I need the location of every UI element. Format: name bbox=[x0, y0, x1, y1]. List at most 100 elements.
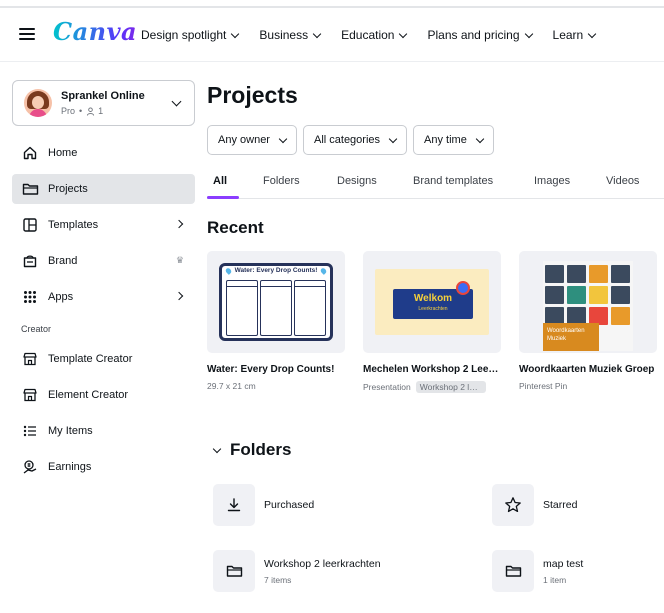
sidebar-item-my-items[interactable]: My Items bbox=[12, 416, 195, 446]
sidebar-item-label: Apps bbox=[48, 291, 74, 303]
tab-videos[interactable]: Videos bbox=[606, 175, 639, 187]
thumbnail-title: Woordkaarten Muziek bbox=[547, 328, 585, 342]
folder-starred[interactable]: Starred bbox=[492, 484, 577, 526]
nav-label: Business bbox=[259, 28, 309, 42]
filter-label: Any owner bbox=[218, 134, 270, 146]
badge-icon bbox=[456, 281, 470, 295]
chevron-down-icon bbox=[312, 29, 322, 38]
separator-dot: • bbox=[79, 106, 83, 116]
filter-label: All categories bbox=[313, 134, 381, 146]
store-icon bbox=[21, 386, 39, 404]
top-header: Canva Design spotlight Business Educatio… bbox=[0, 8, 664, 62]
design-title[interactable]: Woordkaarten Muziek Groep bbox=[519, 364, 657, 375]
design-card[interactable]: Water: Every Drop Counts! Water: Every D… bbox=[207, 251, 345, 391]
nav-label: Learn bbox=[552, 28, 584, 42]
sidebar-item-brand[interactable]: Brand ♛ bbox=[12, 246, 195, 276]
card-tile bbox=[611, 286, 630, 304]
design-title[interactable]: Water: Every Drop Counts! bbox=[207, 364, 345, 375]
crown-icon: ♛ bbox=[175, 255, 184, 265]
home-icon bbox=[21, 144, 39, 162]
filter-time[interactable]: Any time bbox=[413, 125, 494, 155]
folder-thumbnail bbox=[213, 550, 255, 592]
poster-column bbox=[226, 280, 258, 336]
active-tab-indicator bbox=[207, 196, 239, 199]
folders-toggle[interactable]: Folders bbox=[212, 440, 292, 460]
chevron-down-icon bbox=[475, 134, 485, 143]
filter-label: Any time bbox=[424, 134, 467, 146]
sidebar-item-element-creator[interactable]: Element Creator bbox=[12, 380, 195, 410]
sidebar-item-label: Projects bbox=[48, 183, 88, 195]
sidebar-item-label: Template Creator bbox=[48, 353, 133, 365]
design-thumbnail[interactable]: Water: Every Drop Counts! bbox=[207, 251, 345, 353]
filter-categories[interactable]: All categories bbox=[302, 125, 408, 155]
card-tile bbox=[567, 265, 586, 283]
thumbnail-title: Water: Every Drop Counts! bbox=[234, 267, 318, 274]
poster-column bbox=[294, 280, 326, 336]
download-icon bbox=[227, 498, 241, 512]
folder-count: 1 item bbox=[543, 574, 567, 585]
nav-education[interactable]: Education bbox=[341, 28, 408, 42]
nav-label: Education bbox=[341, 28, 395, 42]
nav-business[interactable]: Business bbox=[259, 28, 322, 42]
tab-bar: All Folders Designs Brand templates Imag… bbox=[207, 167, 664, 199]
tab-designs[interactable]: Designs bbox=[337, 175, 377, 187]
design-card[interactable]: Woordkaarten Muziek Woordkaarten Muziek … bbox=[519, 251, 657, 391]
apps-icon bbox=[21, 288, 39, 306]
folder-name: Purchased bbox=[264, 499, 315, 511]
design-thumbnail[interactable]: Welkom Leerkrachten bbox=[363, 251, 501, 353]
chevron-down-icon bbox=[231, 29, 240, 38]
sidebar-item-home[interactable]: Home bbox=[12, 138, 195, 168]
chevron-down-icon bbox=[212, 444, 222, 453]
folder-workshop[interactable]: Workshop 2 leerkrachten 7 items bbox=[213, 550, 381, 592]
design-card[interactable]: Welkom Leerkrachten Mechelen Workshop 2 … bbox=[363, 251, 501, 393]
card-tile bbox=[611, 265, 630, 283]
folder-map-test[interactable]: map test 1 item bbox=[492, 550, 583, 592]
sidebar-item-label: Home bbox=[48, 147, 78, 159]
folder-icon bbox=[21, 180, 39, 198]
person-icon bbox=[87, 106, 95, 116]
sidebar-item-label: Brand bbox=[48, 255, 78, 267]
folder-icon bbox=[505, 565, 521, 577]
card-tile bbox=[611, 307, 630, 325]
sidebar-item-apps[interactable]: Apps bbox=[12, 282, 195, 312]
page-title: Projects bbox=[207, 82, 298, 108]
folder-tag[interactable]: Workshop 2 leerkrachten bbox=[415, 381, 486, 393]
tab-brand-templates[interactable]: Brand templates bbox=[413, 175, 493, 187]
nav-plans-pricing[interactable]: Plans and pricing bbox=[427, 28, 533, 42]
chevron-down-icon bbox=[524, 29, 533, 38]
account-switcher[interactable]: Sprankel Online Pro • 1 bbox=[12, 80, 195, 126]
avatar bbox=[24, 89, 52, 117]
canva-logo[interactable]: Canva bbox=[53, 17, 137, 46]
top-nav: Design spotlight Business Education Plan… bbox=[141, 28, 616, 42]
card-tile bbox=[567, 286, 586, 304]
tab-folders[interactable]: Folders bbox=[263, 175, 300, 187]
sidebar: Home Projects Templates Brand ♛ Apps Cre… bbox=[12, 138, 195, 488]
tab-all[interactable]: All bbox=[213, 175, 227, 187]
nav-learn[interactable]: Learn bbox=[552, 28, 597, 42]
sidebar-item-earnings[interactable]: Earnings bbox=[12, 452, 195, 482]
tab-images[interactable]: Images bbox=[534, 175, 570, 187]
sidebar-item-projects[interactable]: Projects bbox=[12, 174, 195, 204]
design-meta: 29.7 x 21 cm bbox=[207, 381, 256, 391]
design-title[interactable]: Mechelen Workshop 2 Leerkrachten bbox=[363, 364, 501, 375]
menu-icon[interactable] bbox=[19, 28, 35, 42]
card-tile bbox=[589, 286, 608, 304]
folders-heading: Folders bbox=[230, 440, 292, 459]
account-name: Sprankel Online bbox=[61, 90, 145, 102]
sidebar-item-templates[interactable]: Templates bbox=[12, 210, 195, 240]
chevron-down-icon bbox=[171, 96, 182, 107]
sidebar-item-template-creator[interactable]: Template Creator bbox=[12, 344, 195, 374]
star-icon bbox=[505, 497, 521, 513]
folder-purchased[interactable]: Purchased bbox=[213, 484, 314, 526]
store-icon bbox=[21, 350, 39, 368]
folder-name: Starred bbox=[543, 499, 578, 511]
nav-label: Plans and pricing bbox=[427, 28, 520, 42]
templates-icon bbox=[21, 216, 39, 234]
pin-banner: Woordkaarten Muziek bbox=[543, 323, 599, 351]
filter-bar: Any owner All categories Any time bbox=[207, 125, 500, 155]
chevron-right-icon bbox=[174, 219, 184, 229]
list-icon bbox=[21, 422, 39, 440]
design-thumbnail[interactable]: Woordkaarten Muziek bbox=[519, 251, 657, 353]
nav-design-spotlight[interactable]: Design spotlight bbox=[141, 28, 240, 42]
filter-owner[interactable]: Any owner bbox=[207, 125, 297, 155]
